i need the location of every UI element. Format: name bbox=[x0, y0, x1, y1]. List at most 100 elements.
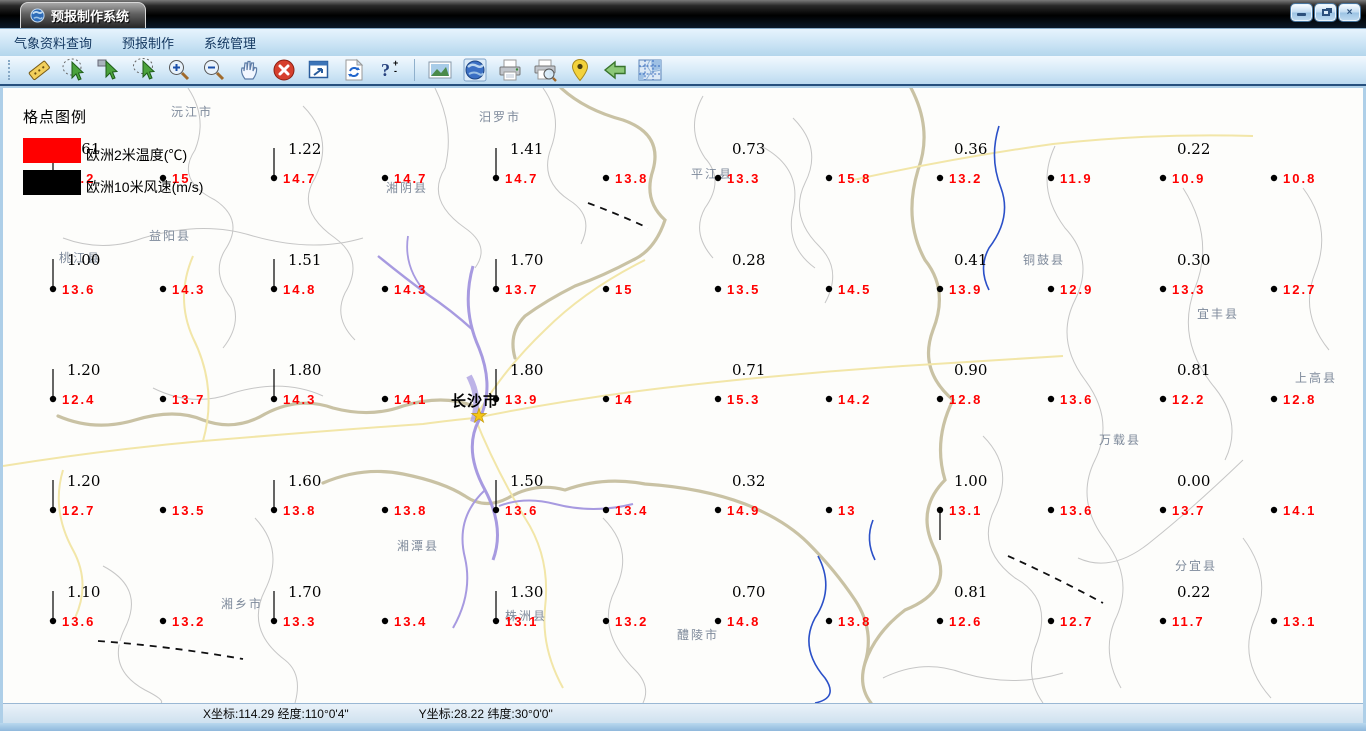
select-dashed-button[interactable] bbox=[128, 57, 160, 83]
grid-point: 14.8 0.70 bbox=[714, 583, 765, 629]
zoom-in-button[interactable] bbox=[163, 57, 195, 83]
svg-text:15: 15 bbox=[615, 282, 633, 297]
stop-icon bbox=[273, 59, 295, 81]
grid-point: 13.2 0.36 bbox=[936, 140, 987, 186]
grid-point: 14.7 1.22 bbox=[270, 140, 321, 186]
city-label: 醴陵市 bbox=[677, 627, 719, 642]
wind-swatch bbox=[23, 170, 81, 195]
svg-text:13.6: 13.6 bbox=[62, 282, 95, 297]
grid-point: 15.8 bbox=[825, 171, 869, 186]
title-bar: 预报制作系统 × bbox=[0, 0, 1366, 28]
status-y-coordinate: Y坐标:28.22 纬度:30°0'0" bbox=[418, 707, 553, 721]
grid-point: 14.3 bbox=[381, 282, 425, 297]
grid-point: 12.7 bbox=[1270, 282, 1314, 297]
globe-view-button[interactable] bbox=[459, 57, 491, 83]
close-button[interactable]: × bbox=[1339, 4, 1360, 21]
svg-text:14.8: 14.8 bbox=[727, 614, 760, 629]
print-preview-button[interactable] bbox=[529, 57, 561, 83]
grid-point: 13.1 1.30 bbox=[492, 583, 543, 629]
minimize-icon bbox=[1297, 13, 1306, 16]
print-button[interactable] bbox=[494, 57, 526, 83]
grid-tiles-icon bbox=[638, 59, 662, 81]
city-label: 万载县 bbox=[1099, 433, 1141, 447]
identify-zoom-button[interactable]: ? + - bbox=[373, 57, 405, 83]
grid-point: 15 bbox=[602, 282, 633, 297]
svg-text:12.6: 12.6 bbox=[949, 614, 982, 629]
menu-weather-data-query[interactable]: 气象资料查询 bbox=[14, 33, 92, 52]
grid-point: 13.4 bbox=[602, 503, 646, 518]
measure-ruler-button[interactable] bbox=[23, 57, 55, 83]
grid-point: 10.8 bbox=[1270, 171, 1314, 186]
select-lasso-button[interactable] bbox=[58, 57, 90, 83]
temperature-swatch bbox=[23, 138, 81, 163]
menu-system-management[interactable]: 系统管理 bbox=[204, 33, 256, 52]
grid-point: 12.8 0.90 bbox=[936, 361, 987, 407]
grid-point: 13.7 1.70 bbox=[492, 251, 543, 297]
stop-button[interactable] bbox=[268, 57, 300, 83]
measure-ruler-icon bbox=[28, 60, 50, 80]
grid-point: 13.9 1.80 bbox=[492, 361, 543, 407]
svg-text:13.4: 13.4 bbox=[394, 614, 427, 629]
svg-text:13.1: 13.1 bbox=[1283, 614, 1316, 629]
grid-point: 12.4 1.20 bbox=[49, 361, 100, 407]
grid-point: 12.6 0.81 bbox=[936, 583, 987, 629]
window-bottom-frame bbox=[0, 723, 1366, 731]
svg-text:13.1: 13.1 bbox=[505, 614, 538, 629]
grid-point: 13.6 bbox=[1047, 503, 1091, 518]
refresh-page-icon bbox=[345, 58, 364, 81]
restore-button[interactable] bbox=[1315, 4, 1336, 21]
svg-text:13.2: 13.2 bbox=[172, 614, 205, 629]
menu-forecast-production[interactable]: 预报制作 bbox=[122, 33, 174, 52]
status-x-coordinate: X坐标:114.29 经度:110°0'4" bbox=[203, 707, 349, 721]
app-tab[interactable]: 预报制作系统 bbox=[20, 2, 147, 28]
minimize-button[interactable] bbox=[1291, 4, 1312, 21]
image-export-icon bbox=[428, 61, 452, 79]
refresh-page-button[interactable] bbox=[338, 57, 370, 83]
pan-hand-button[interactable] bbox=[233, 57, 265, 83]
svg-text:13.7: 13.7 bbox=[505, 282, 538, 297]
city-label: 湘乡市 bbox=[221, 596, 263, 611]
zoom-out-icon bbox=[204, 60, 225, 81]
capital-star-icon: ★ bbox=[470, 406, 487, 427]
identify-zoom-icon: ? +- bbox=[381, 58, 398, 80]
svg-text:1.00: 1.00 bbox=[954, 472, 987, 490]
status-bar: X坐标:114.29 经度:110°0'4" Y坐标:28.22 纬度:30°0… bbox=[3, 703, 1363, 723]
extent-window-button[interactable] bbox=[303, 57, 335, 83]
svg-text:13.5: 13.5 bbox=[172, 503, 205, 518]
grid-point: 11.9 bbox=[1047, 171, 1091, 186]
grid-point: 13.1 bbox=[1270, 614, 1316, 629]
map-area[interactable]: 沅江市 汨罗市 湘阴县 平江县 益阳县 桃江县 铜鼓县 宜丰县 上高县 万载县 长沙市 湘潭县 湘乡市株… bbox=[3, 88, 1363, 703]
toolbar-grip[interactable] bbox=[8, 60, 13, 80]
svg-text:10.9: 10.9 bbox=[1172, 171, 1205, 186]
grid-point: 13.8 1.60 bbox=[270, 472, 321, 518]
grid-point: 13.6 1.50 bbox=[492, 472, 543, 518]
city-label: 益阳县 bbox=[149, 229, 191, 243]
svg-text:13.9: 13.9 bbox=[949, 282, 982, 297]
grid-point: 13.2 bbox=[159, 614, 205, 629]
zoom-out-button[interactable] bbox=[198, 57, 230, 83]
locate-pin-button[interactable] bbox=[564, 57, 596, 83]
grid-point: 13.5 bbox=[159, 503, 205, 518]
city-label: 铜鼓县 bbox=[1023, 252, 1065, 267]
svg-text:13.3: 13.3 bbox=[283, 614, 316, 629]
grid-point: 14.2 bbox=[825, 392, 869, 407]
grid-point: 13.9 0.41 bbox=[936, 251, 987, 297]
back-arrow-button[interactable] bbox=[599, 57, 631, 83]
svg-text:13.3: 13.3 bbox=[1172, 282, 1205, 297]
svg-text:13.7: 13.7 bbox=[1172, 503, 1205, 518]
svg-text:13.3: 13.3 bbox=[727, 171, 760, 186]
zoom-in-icon bbox=[169, 60, 190, 81]
select-arrow-button[interactable] bbox=[93, 57, 125, 83]
svg-text:13: 13 bbox=[838, 503, 856, 518]
grid-point: 13.3 0.30 bbox=[1159, 251, 1210, 297]
grid-point: 12.8 bbox=[1270, 392, 1314, 407]
extent-window-icon bbox=[308, 60, 329, 79]
svg-text:13.5: 13.5 bbox=[727, 282, 760, 297]
image-export-button[interactable] bbox=[424, 57, 456, 83]
globe-view-icon bbox=[463, 58, 487, 82]
toolbar: ? + - bbox=[0, 56, 1366, 86]
svg-text:12.9: 12.9 bbox=[1060, 282, 1093, 297]
svg-text:13.6: 13.6 bbox=[62, 614, 95, 629]
svg-text:1.80: 1.80 bbox=[288, 361, 321, 379]
grid-tiles-button[interactable] bbox=[634, 57, 666, 83]
